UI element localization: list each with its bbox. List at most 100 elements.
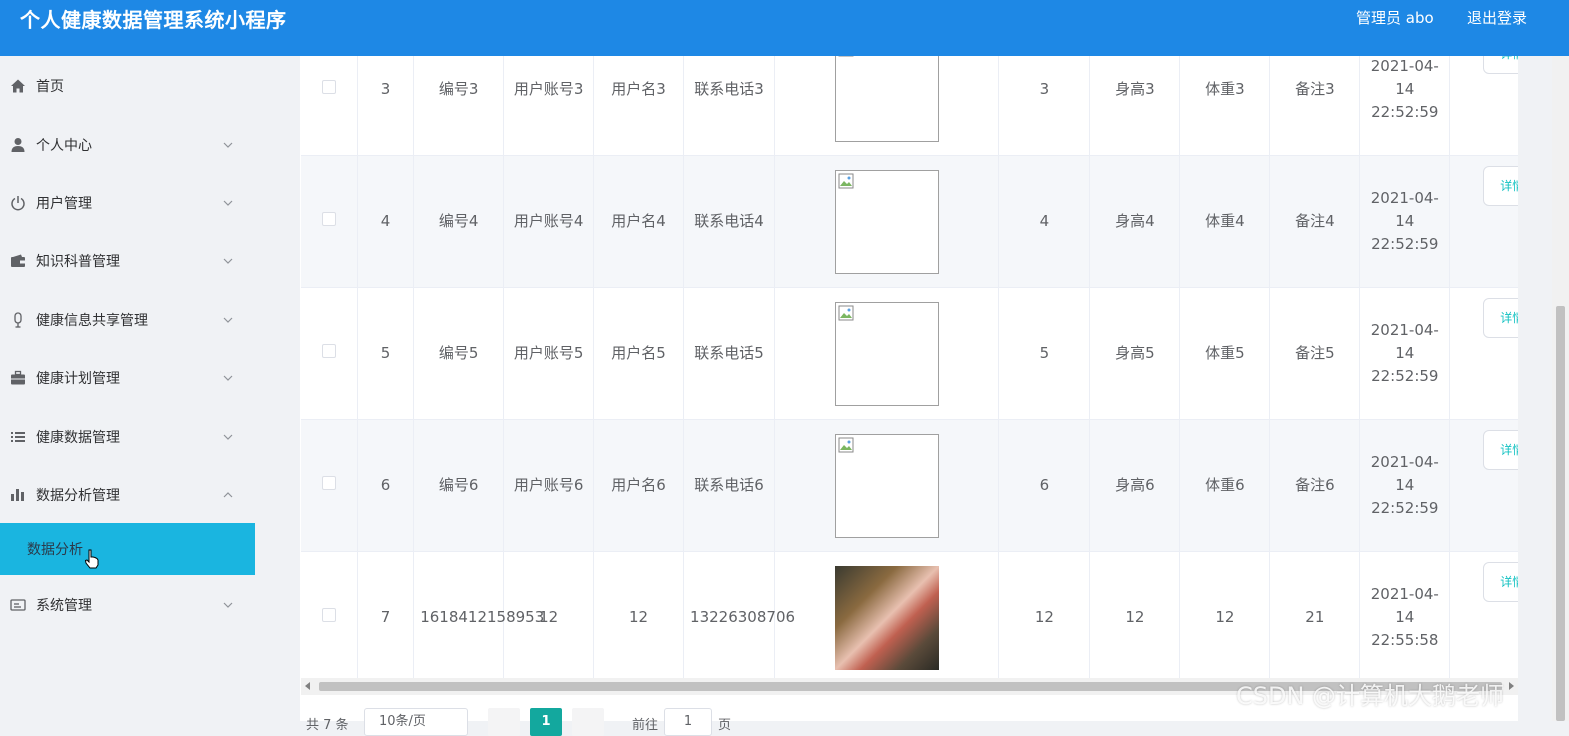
sidebar-item-user-management[interactable]: 用户管理	[0, 183, 255, 223]
cell-actions: 详情 分析 删除	[1449, 419, 1518, 552]
broken-image	[834, 56, 939, 142]
broken-image	[834, 169, 939, 274]
cell-actions: 详情 分析 删除	[1449, 56, 1518, 156]
chevron-down-icon	[223, 317, 233, 323]
detail-button[interactable]: 详情	[1483, 56, 1518, 74]
chevron-down-icon	[223, 200, 233, 206]
cell-code: 编号6	[413, 419, 505, 552]
cell-image	[774, 56, 1000, 156]
detail-button[interactable]: 详情	[1483, 562, 1518, 602]
cell-image	[774, 419, 1000, 552]
cell-code: 编号5	[413, 287, 505, 420]
sidebar-item-label: 首页	[36, 79, 64, 95]
cell-account: 用户账号6	[503, 419, 595, 552]
sidebar-item-label: 知识科普管理	[36, 254, 120, 270]
cell-index: 3	[357, 56, 415, 156]
row-checkbox[interactable]	[321, 344, 336, 358]
cell-time: 2021-04-14 22:52:59	[1359, 56, 1451, 156]
page-word: 页	[718, 718, 732, 733]
sidebar-item-system-management[interactable]: 系统管理	[0, 585, 255, 625]
sidebar-item-health-data-management[interactable]: 健康数据管理	[0, 417, 255, 457]
cell-actions: 详情 分析 删除	[1449, 155, 1518, 288]
cell-height: 12	[1089, 551, 1181, 684]
chevron-down-icon	[223, 375, 233, 381]
cell-note: 备注6	[1269, 419, 1361, 552]
sidebar-item-data-analysis-management[interactable]: 数据分析管理	[0, 475, 255, 515]
sidebar-item-health-share-management[interactable]: 健康信息共享管理	[0, 300, 255, 340]
cell-age: 3	[998, 56, 1091, 156]
cell-note: 备注5	[1269, 287, 1361, 420]
detail-button[interactable]: 详情	[1483, 298, 1518, 338]
current-page[interactable]: 1	[530, 708, 562, 736]
scrollbar-thumb[interactable]	[1556, 306, 1565, 721]
detail-button[interactable]: 详情	[1483, 430, 1518, 470]
prev-page-button[interactable]	[488, 708, 520, 736]
chevron-down-icon	[223, 258, 233, 264]
scroll-right-arrow-icon[interactable]	[1509, 682, 1514, 690]
top-header: 个人健康数据管理系统小程序 管理员 abo 退出登录	[0, 0, 1569, 56]
sidebar-item-knowledge-management[interactable]: 知识科普管理	[0, 241, 255, 281]
cell-time: 2021-04-14 22:52:59	[1359, 419, 1451, 552]
admin-username: 管理员 abo	[1356, 9, 1434, 27]
sidebar-subitem-data-analysis[interactable]: 数据分析	[0, 523, 255, 575]
row-checkbox[interactable]	[321, 608, 336, 622]
cell-age: 12	[998, 551, 1091, 684]
cell-code: 编号3	[413, 56, 505, 156]
cell-weight: 体重4	[1179, 155, 1271, 288]
user-icon	[10, 137, 26, 153]
cell-image	[774, 551, 1000, 684]
cell-code: 1618412158953	[413, 551, 544, 684]
vertical-scrollbar[interactable]	[1552, 56, 1569, 721]
broken-image-icon	[838, 56, 854, 57]
data-table: 3 编号3 用户账号3 用户名3 联系电话3 3 身高3 体重3 备注3 202…	[301, 56, 1518, 684]
sidebar-item-personal-center[interactable]: 个人中心	[0, 125, 255, 165]
row-checkbox[interactable]	[321, 80, 336, 94]
cell-image	[774, 155, 1000, 288]
sidebar-item-label: 系统管理	[36, 598, 92, 614]
cell-actions: 详情 分析 删除	[1449, 551, 1518, 684]
row-checkbox[interactable]	[321, 212, 336, 226]
scroll-left-arrow-icon[interactable]	[305, 682, 310, 690]
broken-image	[834, 433, 939, 538]
table-row: 7 1618412158953 12 12 13226308706 12 12 …	[301, 551, 1518, 684]
goto-page-input[interactable]: 1	[664, 708, 712, 736]
table-row: 5 编号5 用户账号5 用户名5 联系电话5 5 身高5 体重5 备注5 202…	[301, 287, 1518, 420]
table-row: 4 编号4 用户账号4 用户名4 联系电话4 4 身高4 体重4 备注4 202…	[301, 155, 1518, 288]
next-page-button[interactable]	[572, 708, 604, 736]
cell-note: 备注4	[1269, 155, 1361, 288]
cell-index: 7	[357, 551, 415, 684]
home-icon	[10, 78, 26, 94]
table-container: 3 编号3 用户账号3 用户名3 联系电话3 3 身高3 体重3 备注3 202…	[300, 56, 1518, 721]
cell-phone: 联系电话3	[683, 56, 776, 156]
chevron-down-icon	[223, 142, 233, 148]
id-card-icon	[10, 597, 26, 613]
total-count: 共 7 条	[306, 718, 349, 733]
cell-username: 12	[593, 551, 685, 684]
cell-note: 备注3	[1269, 56, 1361, 156]
row-checkbox[interactable]	[321, 476, 336, 490]
cell-weight: 体重3	[1179, 56, 1271, 156]
sidebar-item-label: 健康信息共享管理	[36, 313, 148, 329]
cell-code: 编号4	[413, 155, 505, 288]
cell-height: 身高6	[1089, 419, 1181, 552]
wallet-icon	[10, 253, 26, 269]
watermark: CSDN @计算机大鹅老师	[1236, 682, 1505, 710]
cell-phone: 联系电话4	[683, 155, 776, 288]
detail-button[interactable]: 详情	[1483, 166, 1518, 206]
table-row: 3 编号3 用户账号3 用户名3 联系电话3 3 身高3 体重3 备注3 202…	[301, 56, 1518, 156]
sidebar-item-health-plan-management[interactable]: 健康计划管理	[0, 358, 255, 398]
sidebar-subitem-label: 数据分析	[27, 542, 83, 558]
page-size-select[interactable]: 10条/页	[364, 708, 468, 736]
cell-username: 用户名3	[593, 56, 685, 156]
cell-time: 2021-04-14 22:55:58	[1359, 551, 1451, 684]
hand-cursor-icon	[84, 549, 99, 569]
broken-image-icon	[838, 437, 854, 452]
cell-height: 身高5	[1089, 287, 1181, 420]
sidebar-item-label: 数据分析管理	[36, 488, 120, 504]
logout-link[interactable]: 退出登录	[1467, 7, 1527, 28]
cell-index: 4	[357, 155, 415, 288]
power-icon	[10, 195, 26, 211]
cell-time: 2021-04-14 22:52:59	[1359, 155, 1451, 288]
sidebar-item-home[interactable]: 首页	[0, 66, 255, 106]
broken-image-icon	[838, 173, 854, 188]
